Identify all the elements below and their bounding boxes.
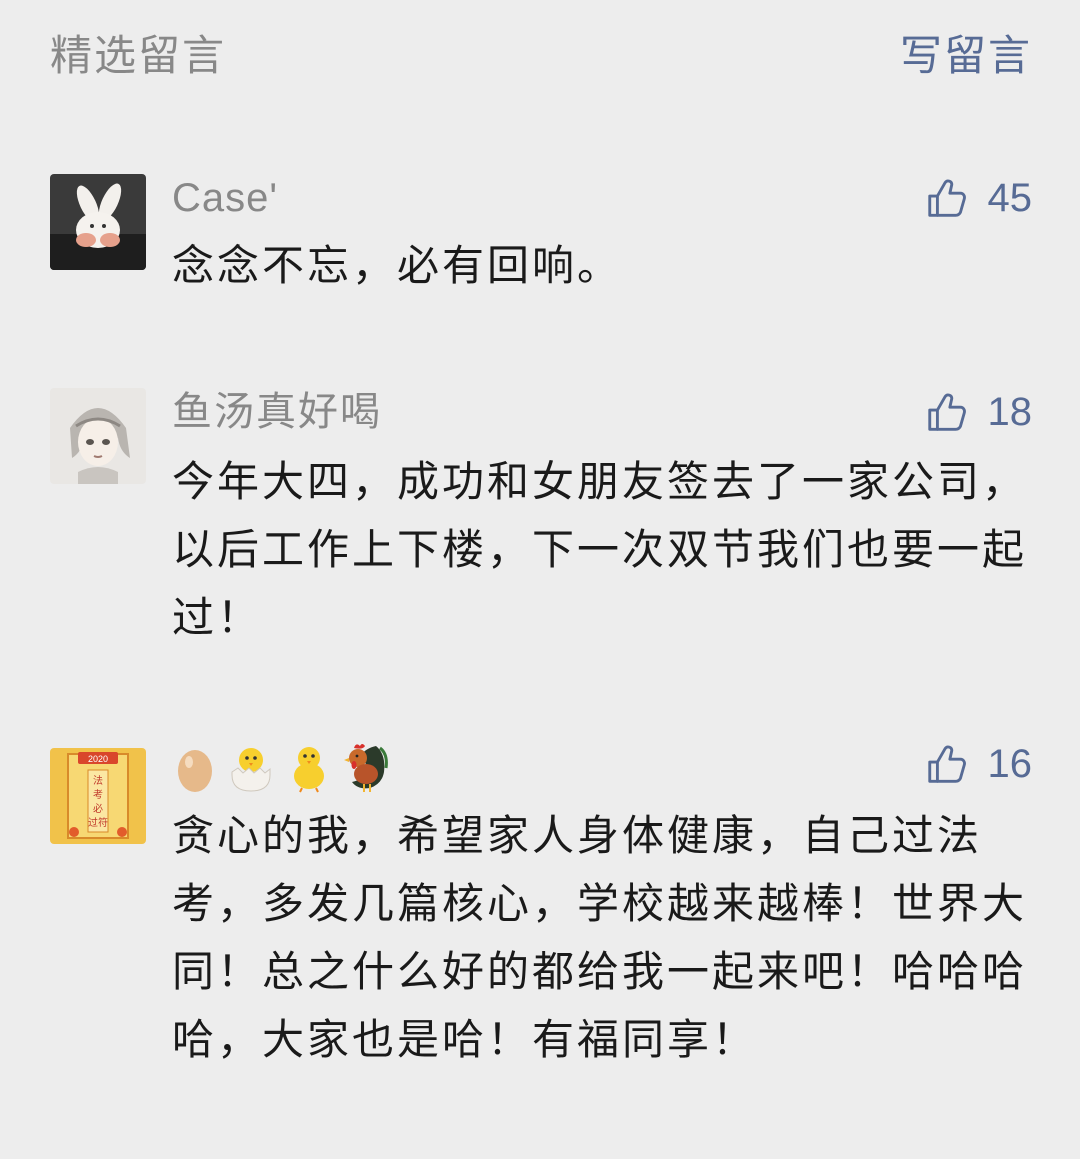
like-count: 45 [987, 175, 1033, 220]
avatar[interactable] [50, 174, 146, 270]
thumbs-up-icon [927, 393, 966, 431]
avatar[interactable] [50, 388, 146, 484]
comment-item: 2020 法 考 必 过符 16 贪心的我，希望家人身体健康，自己过法考，多发几… [50, 740, 1032, 1140]
thumbs-up-icon [927, 179, 966, 217]
comment-content: 念念不忘，必有回响。 [172, 241, 623, 290]
hatching-chick-emoji [231, 748, 271, 792]
svg-text:考: 考 [93, 789, 103, 801]
lucky-charm-card-icon: 2020 法 考 必 过符 [50, 748, 146, 844]
svg-text:法: 法 [93, 774, 103, 787]
like-button[interactable]: 45 [924, 174, 1033, 222]
like-button[interactable]: 16 [924, 740, 1033, 788]
write-comment-link[interactable]: 写留言 [900, 22, 1032, 83]
comment-content: 今年大四，成功和女朋友签去了一家公司，以后工作上下楼，下一次双节我们也要一起过！ [172, 457, 1028, 642]
comment-nickname: 鱼汤真好喝 [172, 389, 382, 435]
like-count: 18 [987, 389, 1033, 434]
comment-item: 鱼汤真好喝 18 今年大四，成功和女朋友签去了一家公司，以后工作上下楼，下一次双… [50, 388, 1032, 658]
comment-item: Case' 45 念念不忘，必有回响。 [50, 174, 1032, 304]
comment-content: 贪心的我，希望家人身体健康，自己过法考，多发几篇核心，学校越来越棒！世界大同！总… [172, 811, 1028, 1064]
comments-header: 精选留言 写留言 [50, 22, 1032, 82]
svg-text:2020: 2020 [88, 754, 108, 764]
svg-text:过符: 过符 [88, 816, 108, 829]
svg-text:必: 必 [93, 802, 103, 815]
rooster-emoji [344, 744, 388, 792]
baby-chick-emoji [294, 747, 324, 793]
thumbs-up-icon [927, 745, 966, 783]
comment-nickname: Case' [172, 176, 279, 220]
white-rabbit-plush-icon [50, 174, 146, 270]
like-count: 16 [987, 741, 1033, 786]
anime-girl-sketch-icon [50, 388, 146, 484]
avatar[interactable]: 2020 法 考 必 过符 [50, 748, 146, 844]
featured-comments-title: 精选留言 [50, 31, 227, 80]
egg-emoji [178, 750, 212, 792]
comment-nickname-emojis [172, 740, 400, 796]
like-button[interactable]: 18 [924, 388, 1033, 436]
